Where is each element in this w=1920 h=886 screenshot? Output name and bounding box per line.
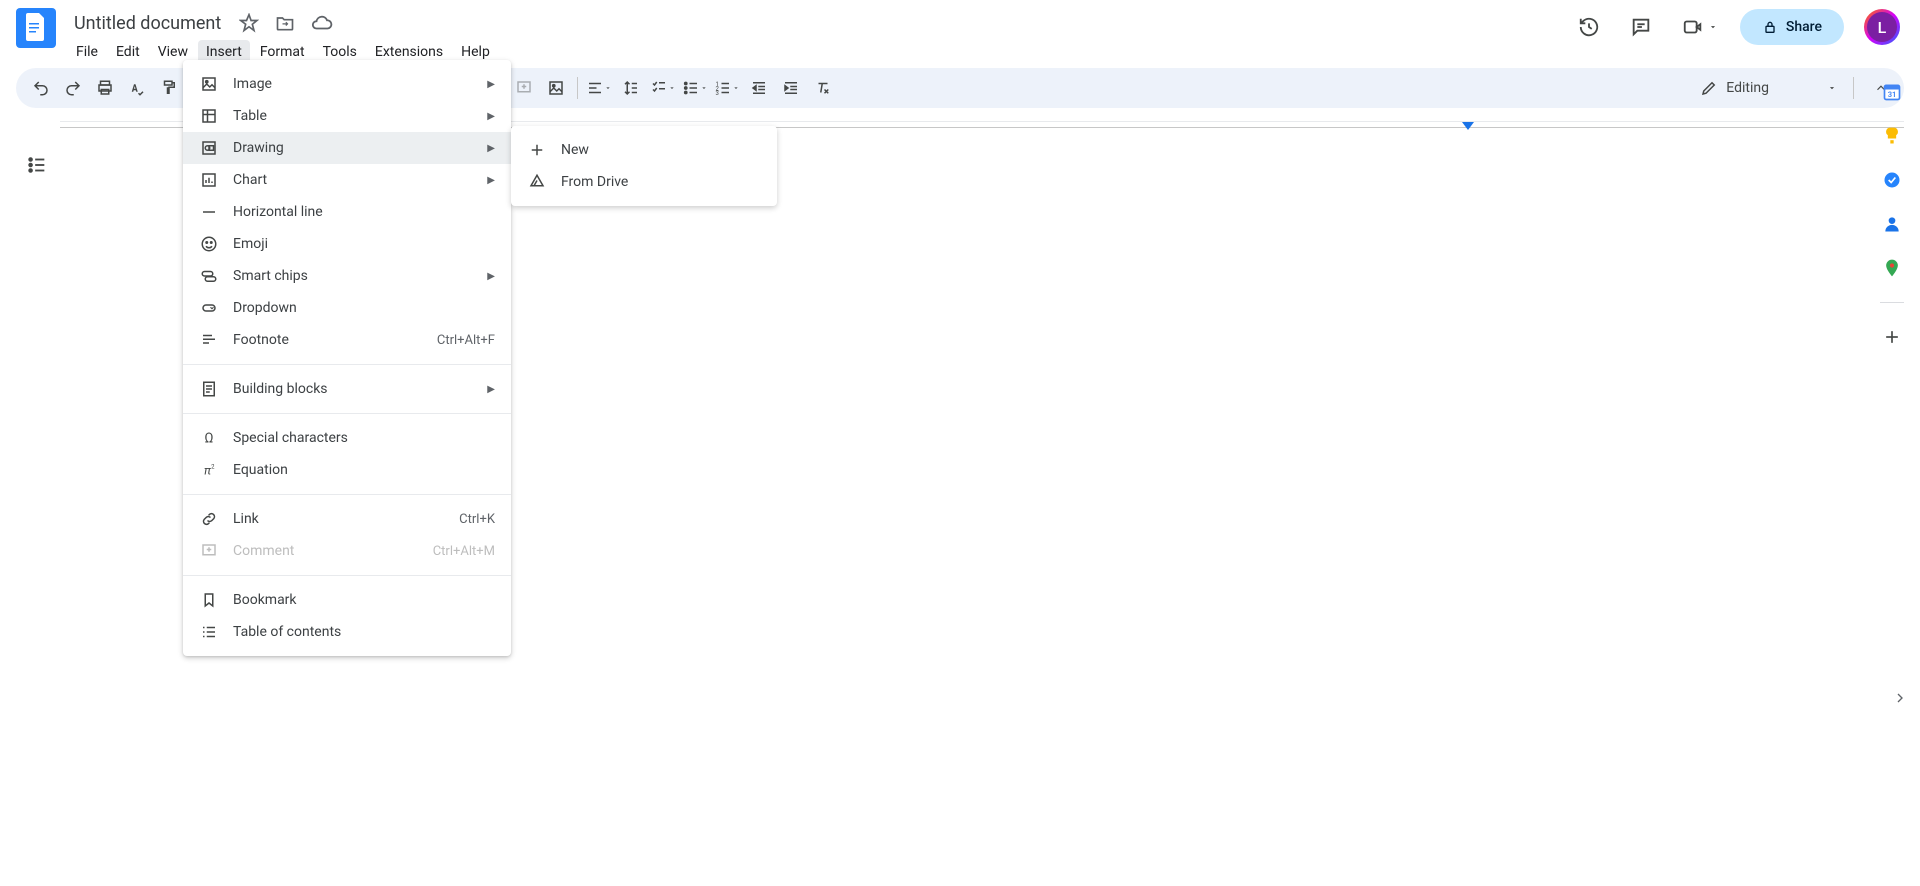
hr-icon: [199, 202, 219, 222]
svg-text:2: 2: [211, 464, 215, 471]
insert-table-of-contents[interactable]: Table of contents: [183, 616, 511, 648]
bulleted-list-button[interactable]: [680, 73, 710, 103]
insert-building-blocks[interactable]: Building blocks▶: [183, 373, 511, 405]
svg-text:π: π: [204, 464, 211, 478]
drawing-from-drive[interactable]: From Drive: [511, 166, 777, 198]
menu-edit[interactable]: Edit: [108, 40, 148, 64]
insert-smart-chips[interactable]: Smart chips▶: [183, 260, 511, 292]
drawing-submenu: NewFrom Drive: [511, 126, 777, 206]
insert-bookmark[interactable]: Bookmark: [183, 584, 511, 616]
star-icon[interactable]: [235, 9, 263, 37]
submenu-arrow-icon: ▶: [487, 384, 495, 395]
docs-logo[interactable]: [16, 8, 56, 48]
tasks-icon[interactable]: [1882, 170, 1902, 190]
chevron-down-icon: [1827, 83, 1837, 93]
share-label: Share: [1786, 19, 1822, 35]
numbered-list-button[interactable]: 123: [712, 73, 742, 103]
insert-menu: Image▶Table▶Drawing▶Chart▶Horizontal lin…: [183, 60, 511, 656]
ruler-marker[interactable]: [1462, 122, 1474, 130]
drawing-new[interactable]: New: [511, 134, 777, 166]
insert-emoji[interactable]: Emoji: [183, 228, 511, 260]
footnote-icon: [199, 330, 219, 350]
insert-special-characters[interactable]: ΩSpecial characters: [183, 422, 511, 454]
submenu-arrow-icon: ▶: [487, 271, 495, 282]
blocks-icon: [199, 379, 219, 399]
comment-icon: [199, 541, 219, 561]
avatar[interactable]: L: [1864, 9, 1900, 45]
maps-icon[interactable]: [1882, 258, 1902, 278]
insert-equation[interactable]: π2Equation: [183, 454, 511, 486]
submenu-arrow-icon: ▶: [487, 143, 495, 154]
svg-text:31: 31: [1888, 90, 1897, 99]
side-panel: 31: [1864, 68, 1920, 347]
link-icon: [199, 509, 219, 529]
insert-image[interactable]: Image▶: [183, 68, 511, 100]
keep-icon[interactable]: [1882, 126, 1902, 146]
redo-button[interactable]: [58, 73, 88, 103]
pencil-icon: [1700, 79, 1718, 97]
print-button[interactable]: [90, 73, 120, 103]
add-comment-button[interactable]: [509, 73, 539, 103]
image-icon: [199, 74, 219, 94]
editing-mode-button[interactable]: Editing: [1690, 73, 1847, 103]
bookmark-icon: [199, 590, 219, 610]
contacts-icon[interactable]: [1882, 214, 1902, 234]
submenu-arrow-icon: ▶: [487, 111, 495, 122]
editing-mode-label: Editing: [1726, 80, 1769, 96]
svg-text:3: 3: [716, 90, 719, 97]
calendar-icon[interactable]: 31: [1882, 82, 1902, 102]
chips-icon: [199, 266, 219, 286]
chart-icon: [199, 170, 219, 190]
submenu-arrow-icon: ▶: [487, 175, 495, 186]
meet-button[interactable]: [1674, 8, 1726, 46]
dropdown-icon: [199, 298, 219, 318]
history-icon[interactable]: [1570, 8, 1608, 46]
align-button[interactable]: [584, 73, 614, 103]
emoji-icon: [199, 234, 219, 254]
toc-icon: [199, 622, 219, 642]
clear-formatting-button[interactable]: [808, 73, 838, 103]
table-icon: [199, 106, 219, 126]
move-icon[interactable]: [271, 9, 299, 37]
insert-drawing[interactable]: Drawing▶: [183, 132, 511, 164]
insert-link[interactable]: LinkCtrl+K: [183, 503, 511, 535]
insert-footnote[interactable]: FootnoteCtrl+Alt+F: [183, 324, 511, 356]
pi-icon: π2: [199, 460, 219, 480]
insert-comment: CommentCtrl+Alt+M: [183, 535, 511, 567]
spellcheck-button[interactable]: [122, 73, 152, 103]
insert-horizontal-line[interactable]: Horizontal line: [183, 196, 511, 228]
omega-icon: Ω: [199, 428, 219, 448]
insert-chart[interactable]: Chart▶: [183, 164, 511, 196]
undo-button[interactable]: [26, 73, 56, 103]
side-panel-collapse-icon[interactable]: [1892, 690, 1908, 706]
drawing-icon: [199, 138, 219, 158]
paint-format-button[interactable]: [154, 73, 184, 103]
comments-icon[interactable]: [1622, 8, 1660, 46]
outline-button[interactable]: [20, 148, 54, 182]
share-button[interactable]: Share: [1740, 9, 1844, 45]
insert-table[interactable]: Table▶: [183, 100, 511, 132]
cloud-saved-icon[interactable]: [307, 8, 337, 38]
document-title[interactable]: Untitled document: [68, 11, 227, 36]
checklist-button[interactable]: [648, 73, 678, 103]
increase-indent-button[interactable]: [776, 73, 806, 103]
decrease-indent-button[interactable]: [744, 73, 774, 103]
menu-file[interactable]: File: [68, 40, 106, 64]
plus-icon: [527, 140, 547, 160]
svg-text:Ω: Ω: [205, 431, 214, 447]
drive-icon: [527, 172, 547, 192]
add-on-icon[interactable]: [1882, 327, 1902, 347]
submenu-arrow-icon: ▶: [487, 79, 495, 90]
insert-image-button[interactable]: [541, 73, 571, 103]
insert-dropdown[interactable]: Dropdown: [183, 292, 511, 324]
line-spacing-button[interactable]: [616, 73, 646, 103]
lock-icon: [1762, 19, 1778, 35]
